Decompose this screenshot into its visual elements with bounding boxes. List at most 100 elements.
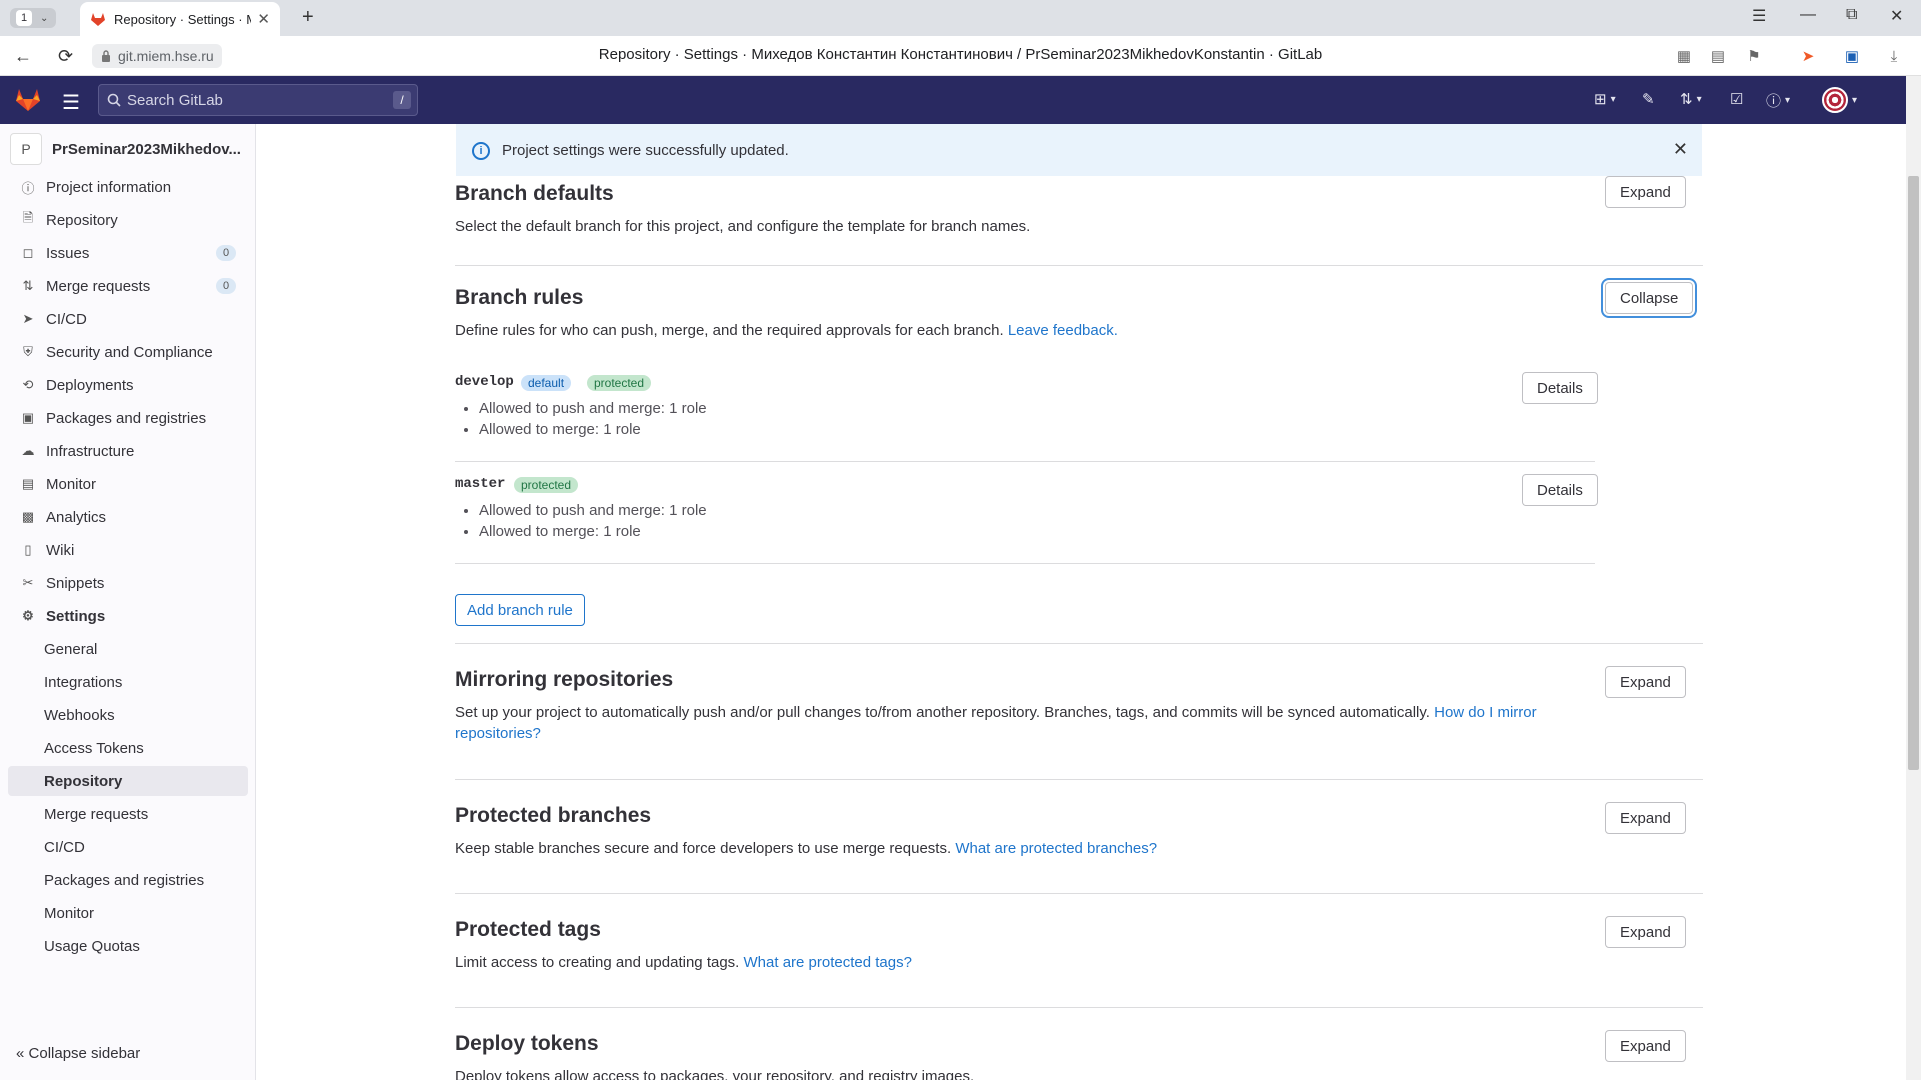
gitlab-header: ☰ Search GitLab / ⊞ ▾ ✎ ⇅ ▾ ☑ ⓘ ▾ ▾	[0, 76, 1906, 124]
count-badge: 0	[216, 245, 236, 261]
details-button[interactable]: Details	[1522, 372, 1598, 404]
download-icon[interactable]: ⤓	[1884, 46, 1904, 66]
search-input[interactable]: Search GitLab /	[98, 84, 418, 116]
sidebar-subitem-cicd[interactable]: CI/CD	[8, 832, 248, 862]
sidebar-item-project-information[interactable]: ⓘ Project information	[8, 172, 248, 202]
wallet-icon[interactable]: ▣	[1842, 46, 1862, 66]
expand-button[interactable]: Expand	[1605, 176, 1686, 208]
alert-message: Project settings were successfully updat…	[502, 141, 789, 159]
search-placeholder: Search GitLab	[127, 91, 223, 109]
section-title: Protected tags	[455, 918, 601, 941]
section-branch-rules: Branch rules Define rules for who can pu…	[455, 266, 1703, 644]
details-button[interactable]: Details	[1522, 474, 1598, 506]
info-icon: ⓘ	[21, 180, 35, 196]
gitlab-favicon-icon	[91, 13, 105, 26]
reader-icon[interactable]: ▤	[1708, 46, 1728, 66]
avatar	[1822, 87, 1848, 113]
reload-icon[interactable]: ⟳	[58, 46, 73, 67]
main-content: i Project settings were successfully upd…	[256, 124, 1906, 1080]
sidebar-subitem-access-tokens[interactable]: Access Tokens	[8, 733, 248, 763]
scrollbar-thumb[interactable]	[1908, 176, 1919, 770]
sidebar-subitem-integrations[interactable]: Integrations	[8, 667, 248, 697]
extensions-icon[interactable]: ▦	[1674, 46, 1694, 66]
user-menu[interactable]: ▾	[1822, 87, 1857, 113]
branch-name: develop	[455, 374, 514, 390]
browser-addressbar: ← ⟳ git.miem.hse.ru Repository · Setting…	[0, 36, 1921, 76]
leave-feedback-link[interactable]: Leave feedback.	[1008, 322, 1118, 339]
tab-counter[interactable]: 1 ⌄	[10, 8, 56, 28]
menu-icon[interactable]: ☰	[1752, 6, 1766, 26]
close-window-icon[interactable]: ✕	[1890, 6, 1903, 26]
sidebar-subitem-usage-quotas[interactable]: Usage Quotas	[8, 931, 248, 961]
sidebar-item-label: Packages and registries	[46, 409, 207, 427]
protected-tags-help-link[interactable]: What are protected tags?	[744, 954, 912, 971]
sidebar-subitem-monitor[interactable]: Monitor	[8, 898, 248, 928]
sidebar-item-wiki[interactable]: ▯ Wiki	[8, 535, 248, 565]
expand-button[interactable]: Expand	[1605, 666, 1686, 698]
todo-icon[interactable]: ☑	[1730, 90, 1743, 108]
create-new-icon[interactable]: ⊞ ▾	[1594, 90, 1616, 108]
restore-icon[interactable]: ⧉	[1846, 6, 1857, 24]
project-header[interactable]: P PrSeminar2023Mikhedov...	[10, 132, 245, 166]
sidebar-subitem-packages[interactable]: Packages and registries	[8, 865, 248, 895]
expand-button[interactable]: Expand	[1605, 1030, 1686, 1062]
section-protected-branches: Protected branches Keep stable branches …	[455, 780, 1703, 894]
sidebar-subitem-general[interactable]: General	[8, 634, 248, 664]
merge-requests-header-icon[interactable]: ⇅ ▾	[1680, 90, 1702, 108]
collapse-sidebar-button[interactable]: « Collapse sidebar	[16, 1045, 140, 1062]
protected-badge: protected	[514, 477, 579, 493]
scissors-icon: ✂	[22, 575, 34, 590]
sidebar-item-label: Issues	[46, 244, 90, 262]
sidebar-item-settings[interactable]: ⚙ Settings	[8, 601, 248, 631]
expand-button[interactable]: Expand	[1605, 802, 1686, 834]
rocket-icon: ➤	[22, 311, 34, 326]
project-name: PrSeminar2023Mikhedov...	[52, 140, 241, 158]
deploy-icon: ⟲	[22, 377, 34, 392]
back-icon[interactable]: ←	[14, 46, 32, 67]
minimize-icon[interactable]: —	[1800, 6, 1816, 24]
gitlab-logo-icon[interactable]	[14, 86, 42, 112]
hamburger-menu-icon[interactable]: ☰	[62, 90, 80, 115]
branch-rule-develop: develop default protected Allowed to pus…	[455, 372, 1598, 462]
swift-icon[interactable]: ➤	[1798, 46, 1818, 66]
sidebar-subitem-repository[interactable]: Repository	[8, 766, 248, 796]
sidebar-item-label: Infrastructure	[46, 442, 135, 460]
close-tab-icon[interactable]: ✕	[257, 10, 270, 28]
branch-rule-master: master protected Allowed to push and mer…	[455, 474, 1598, 564]
sidebar-item-security[interactable]: ⛨ Security and Compliance	[8, 337, 248, 367]
issues-header-icon[interactable]: ✎	[1642, 90, 1655, 108]
default-badge: default	[521, 375, 572, 391]
sidebar-item-packages[interactable]: ▣ Packages and registries	[8, 403, 248, 433]
protected-branches-help-link[interactable]: What are protected branches?	[955, 840, 1157, 857]
sidebar-item-infrastructure[interactable]: ☁ Infrastructure	[8, 436, 248, 466]
sidebar-item-issues[interactable]: ◻ Issues 0	[8, 238, 248, 268]
list-item: Allowed to merge: 1 role	[479, 419, 707, 440]
sidebar-item-monitor[interactable]: ▤ Monitor	[8, 469, 248, 499]
help-icon[interactable]: ⓘ ▾	[1766, 90, 1790, 111]
section-deploy-tokens: Deploy tokens Deploy tokens allow access…	[455, 1008, 1703, 1080]
sidebar-item-label: Repository	[46, 211, 118, 229]
collapse-button[interactable]: Collapse	[1605, 282, 1694, 314]
browser-tab[interactable]: Repository · Settings · М ✕	[80, 2, 280, 36]
sidebar-item-label: Monitor	[46, 475, 97, 493]
sidebar-subitem-merge-requests[interactable]: Merge requests	[8, 799, 248, 829]
sidebar-item-cicd[interactable]: ➤ CI/CD	[8, 304, 248, 334]
sidebar-item-merge-requests[interactable]: ⇅ Merge requests 0	[8, 271, 248, 301]
new-tab-icon[interactable]: +	[302, 6, 314, 29]
lock-icon	[102, 50, 110, 62]
expand-button[interactable]: Expand	[1605, 916, 1686, 948]
sidebar-subitem-webhooks[interactable]: Webhooks	[8, 700, 248, 730]
bookmark-icon[interactable]: ⚑	[1744, 46, 1764, 66]
chevron-down-icon: ⌄	[40, 12, 49, 24]
sidebar-item-repository[interactable]: 🗎 Repository	[8, 205, 248, 235]
sidebar-item-label: Security and Compliance	[46, 343, 213, 361]
doc-icon: 🗎	[22, 210, 34, 225]
add-branch-rule-button[interactable]: Add branch rule	[455, 594, 585, 626]
close-alert-icon[interactable]: ✕	[1673, 139, 1688, 160]
sidebar-item-snippets[interactable]: ✂ Snippets	[8, 568, 248, 598]
sidebar-item-deployments[interactable]: ⟲ Deployments	[8, 370, 248, 400]
url-field[interactable]: git.miem.hse.ru	[92, 44, 222, 68]
gear-icon: ⚙	[22, 608, 34, 623]
sidebar-item-label: CI/CD	[46, 310, 87, 328]
sidebar-item-analytics[interactable]: ▩ Analytics	[8, 502, 248, 532]
